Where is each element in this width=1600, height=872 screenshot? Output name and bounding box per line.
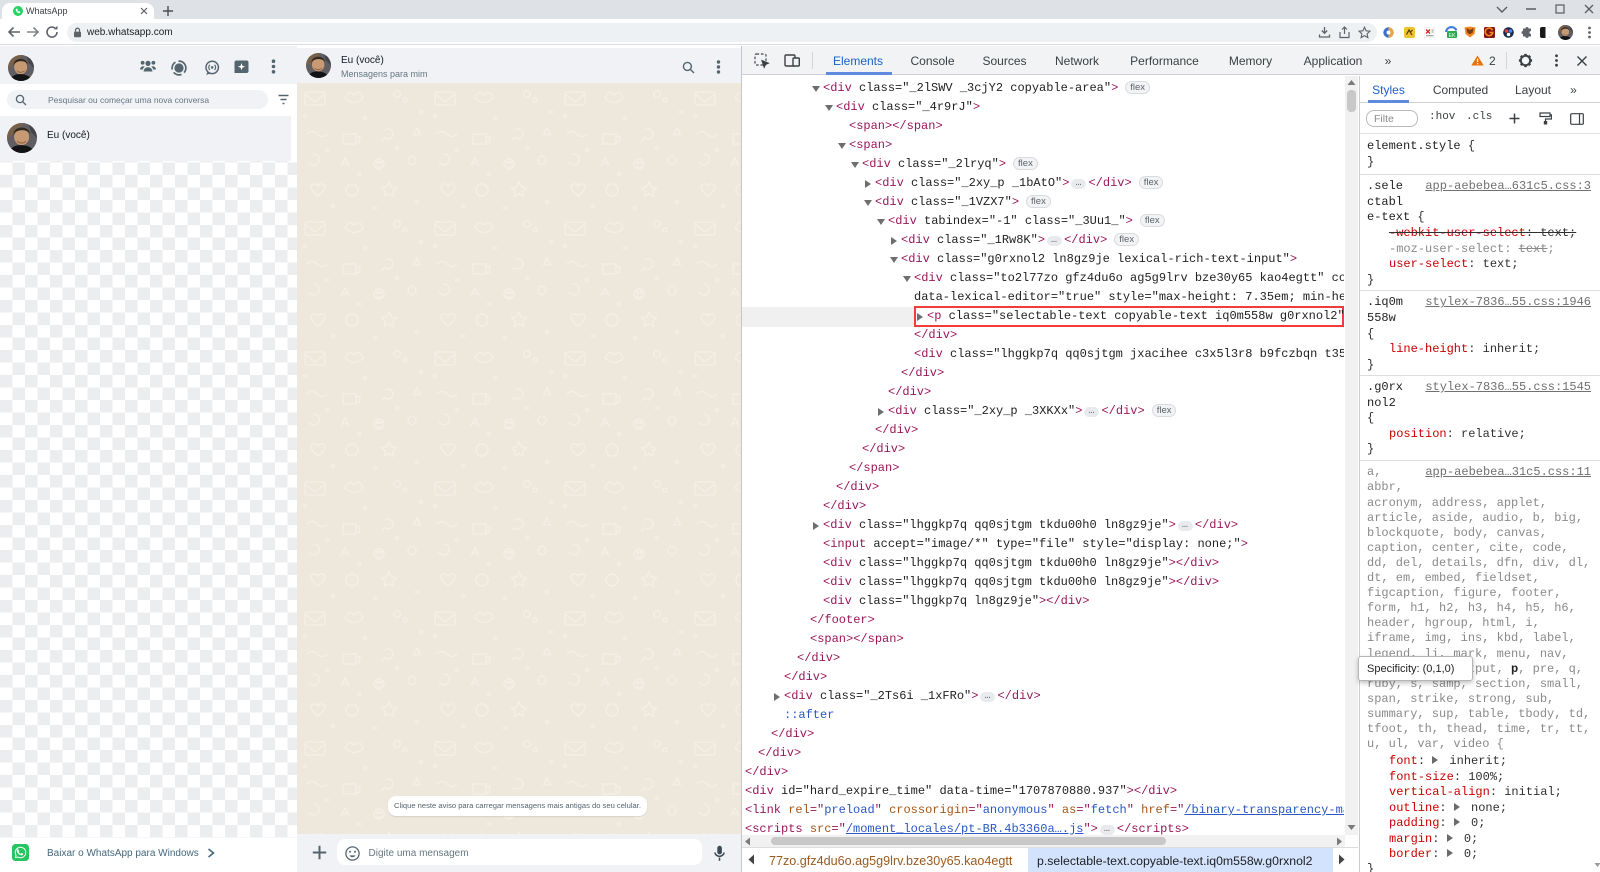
svg-text:EK: EK <box>1449 33 1456 38</box>
